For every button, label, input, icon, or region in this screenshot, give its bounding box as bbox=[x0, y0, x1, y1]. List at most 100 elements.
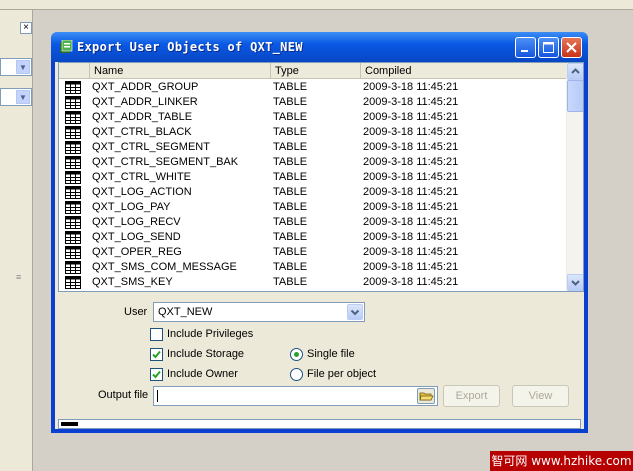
cell-compiled: 2009-3-18 11:45:21 bbox=[363, 126, 459, 138]
include-owner-checkbox[interactable] bbox=[150, 368, 163, 381]
cell-type: TABLE bbox=[273, 126, 308, 138]
table-row[interactable]: QXT_LOG_ACTION TABLE 2009-3-18 11:45:21 bbox=[59, 185, 567, 200]
close-icon[interactable]: × bbox=[20, 22, 32, 34]
minimize-button[interactable] bbox=[515, 37, 536, 58]
checkmark-icon bbox=[152, 370, 161, 379]
include-storage-checkbox[interactable] bbox=[150, 348, 163, 361]
single-file-label[interactable]: Single file bbox=[307, 348, 355, 360]
list-scrollbar[interactable] bbox=[566, 63, 583, 291]
cell-type: TABLE bbox=[273, 111, 308, 123]
user-label: User bbox=[124, 306, 148, 318]
cell-name: QXT_CTRL_BLACK bbox=[92, 126, 192, 138]
user-select-button[interactable] bbox=[347, 304, 363, 320]
user-select[interactable]: QXT_NEW bbox=[153, 302, 365, 322]
watermark: 智可网 www.hzhike.com bbox=[490, 451, 633, 471]
cell-compiled: 2009-3-18 11:45:21 bbox=[363, 201, 459, 213]
include-privileges-checkbox[interactable] bbox=[150, 328, 163, 341]
table-row[interactable]: QXT_CTRL_BLACK TABLE 2009-3-18 11:45:21 bbox=[59, 125, 567, 140]
table-icon bbox=[65, 126, 81, 139]
minimize-icon bbox=[521, 50, 528, 52]
splitter-grip[interactable]: ≡ bbox=[16, 272, 24, 282]
cell-name: QXT_LOG_RECV bbox=[92, 216, 181, 228]
chevron-down-icon: ▼ bbox=[16, 60, 30, 74]
file-per-object-radio[interactable] bbox=[290, 368, 303, 381]
table-row[interactable]: QXT_LOG_RECV TABLE 2009-3-18 11:45:21 bbox=[59, 215, 567, 230]
table-row[interactable]: QXT_SMS_COM_MESSAGE TABLE 2009-3-18 11:45:… bbox=[59, 260, 567, 275]
user-select-value: QXT_NEW bbox=[158, 306, 213, 318]
cell-name: QXT_CTRL_SEGMENT_BAK bbox=[92, 156, 239, 168]
objects-list[interactable]: Name Type Compiled QXT_ADDR_GROUP TABLE 20… bbox=[58, 62, 584, 292]
export-button[interactable]: Export bbox=[443, 385, 500, 407]
table-icon bbox=[65, 141, 81, 154]
column-header-compiled[interactable]: Compiled bbox=[361, 63, 567, 79]
table-row[interactable]: QXT_LOG_SEND TABLE 2009-3-18 11:45:21 bbox=[59, 230, 567, 245]
table-row[interactable]: QXT_OPER_REG TABLE 2009-3-18 11:45:21 bbox=[59, 245, 567, 260]
cell-compiled: 2009-3-18 11:45:21 bbox=[363, 81, 459, 93]
text-caret bbox=[157, 390, 158, 402]
table-icon bbox=[65, 111, 81, 124]
table-icon bbox=[65, 171, 81, 184]
include-owner-label[interactable]: Include Owner bbox=[167, 368, 238, 380]
background-dropdown[interactable]: ▼ bbox=[0, 88, 32, 106]
cell-compiled: 2009-3-18 11:45:21 bbox=[363, 216, 459, 228]
cell-name: QXT_SMS_KEY bbox=[92, 276, 173, 288]
single-file-radio[interactable] bbox=[290, 348, 303, 361]
table-icon bbox=[65, 186, 81, 199]
folder-open-icon bbox=[419, 392, 434, 401]
cell-type: TABLE bbox=[273, 231, 308, 243]
cell-name: QXT_LOG_ACTION bbox=[92, 186, 192, 198]
cell-type: TABLE bbox=[273, 171, 308, 183]
chevron-down-icon: ▼ bbox=[16, 90, 30, 104]
chevron-up-icon bbox=[571, 68, 580, 74]
background-dropdown[interactable]: ▼ bbox=[0, 58, 32, 76]
table-icon bbox=[65, 261, 81, 274]
table-row[interactable]: QXT_CTRL_SEGMENT TABLE 2009-3-18 11:45:21 bbox=[59, 140, 567, 155]
scroll-up-button[interactable] bbox=[567, 63, 583, 80]
title-bar[interactable]: Export User Objects of QXT_NEW bbox=[51, 32, 588, 62]
cell-name: QXT_ADDR_GROUP bbox=[92, 81, 199, 93]
table-row[interactable]: QXT_ADDR_LINKER TABLE 2009-3-18 11:45:21 bbox=[59, 95, 567, 110]
chevron-down-icon bbox=[571, 280, 580, 286]
cell-type: TABLE bbox=[273, 261, 308, 273]
table-icon bbox=[65, 276, 81, 289]
cell-compiled: 2009-3-18 11:45:21 bbox=[363, 186, 459, 198]
scroll-thumb[interactable] bbox=[567, 80, 583, 112]
table-row[interactable]: QXT_ADDR_GROUP TABLE 2009-3-18 11:45:21 bbox=[59, 80, 567, 95]
table-row[interactable]: QXT_SMS_KEY TABLE 2009-3-18 11:45:21 bbox=[59, 275, 567, 290]
output-file-input[interactable] bbox=[153, 386, 438, 406]
list-body: QXT_ADDR_GROUP TABLE 2009-3-18 11:45:21 QXT… bbox=[59, 80, 567, 291]
cell-name: QXT_LOG_SEND bbox=[92, 231, 181, 243]
background-side-panel: × ▼ ▼ ≡ bbox=[0, 10, 33, 471]
dialog-client: Name Type Compiled QXT_ADDR_GROUP TABLE 20… bbox=[55, 62, 584, 429]
table-row[interactable]: QXT_CTRL_WHITE TABLE 2009-3-18 11:45:21 bbox=[59, 170, 567, 185]
table-row[interactable]: QXT_SMS_RECV TABLE 2009-3-18 11:45:21 bbox=[59, 290, 567, 291]
column-header-name[interactable]: Name bbox=[90, 63, 271, 79]
cell-type: TABLE bbox=[273, 201, 308, 213]
cell-compiled: 2009-3-18 11:45:21 bbox=[363, 290, 458, 291]
cell-name: QXT_SMS_RECV bbox=[92, 290, 181, 291]
cell-compiled: 2009-3-18 11:45:21 bbox=[363, 156, 459, 168]
cell-name: QXT_ADDR_LINKER bbox=[92, 96, 198, 108]
output-file-label: Output file bbox=[98, 389, 149, 401]
maximize-button[interactable] bbox=[538, 37, 559, 58]
close-icon bbox=[566, 42, 577, 53]
scroll-down-button[interactable] bbox=[567, 274, 583, 291]
column-header-icon[interactable] bbox=[59, 63, 90, 79]
cell-compiled: 2009-3-18 11:45:21 bbox=[363, 171, 459, 183]
file-per-object-label[interactable]: File per object bbox=[307, 368, 376, 380]
table-row[interactable]: QXT_CTRL_SEGMENT_BAK TABLE 2009-3-18 11:45… bbox=[59, 155, 567, 170]
include-privileges-label[interactable]: Include Privileges bbox=[167, 328, 253, 340]
table-row[interactable]: QXT_LOG_PAY TABLE 2009-3-18 11:45:21 bbox=[59, 200, 567, 215]
table-row[interactable]: QXT_ADDR_TABLE TABLE 2009-3-18 11:45:21 bbox=[59, 110, 567, 125]
dialog-title: Export User Objects of QXT_NEW bbox=[77, 40, 303, 54]
cell-compiled: 2009-3-18 11:45:21 bbox=[363, 276, 459, 288]
cell-name: QXT_OPER_REG bbox=[92, 246, 182, 258]
close-button[interactable] bbox=[561, 37, 582, 58]
cell-compiled: 2009-3-18 11:45:21 bbox=[363, 141, 459, 153]
view-button[interactable]: View bbox=[512, 385, 569, 407]
cell-type: TABLE bbox=[273, 186, 308, 198]
browse-button[interactable] bbox=[417, 388, 435, 404]
include-storage-label[interactable]: Include Storage bbox=[167, 348, 244, 360]
column-header-type[interactable]: Type bbox=[271, 63, 361, 79]
export-dialog: Export User Objects of QXT_NEW Name Type… bbox=[51, 32, 588, 433]
